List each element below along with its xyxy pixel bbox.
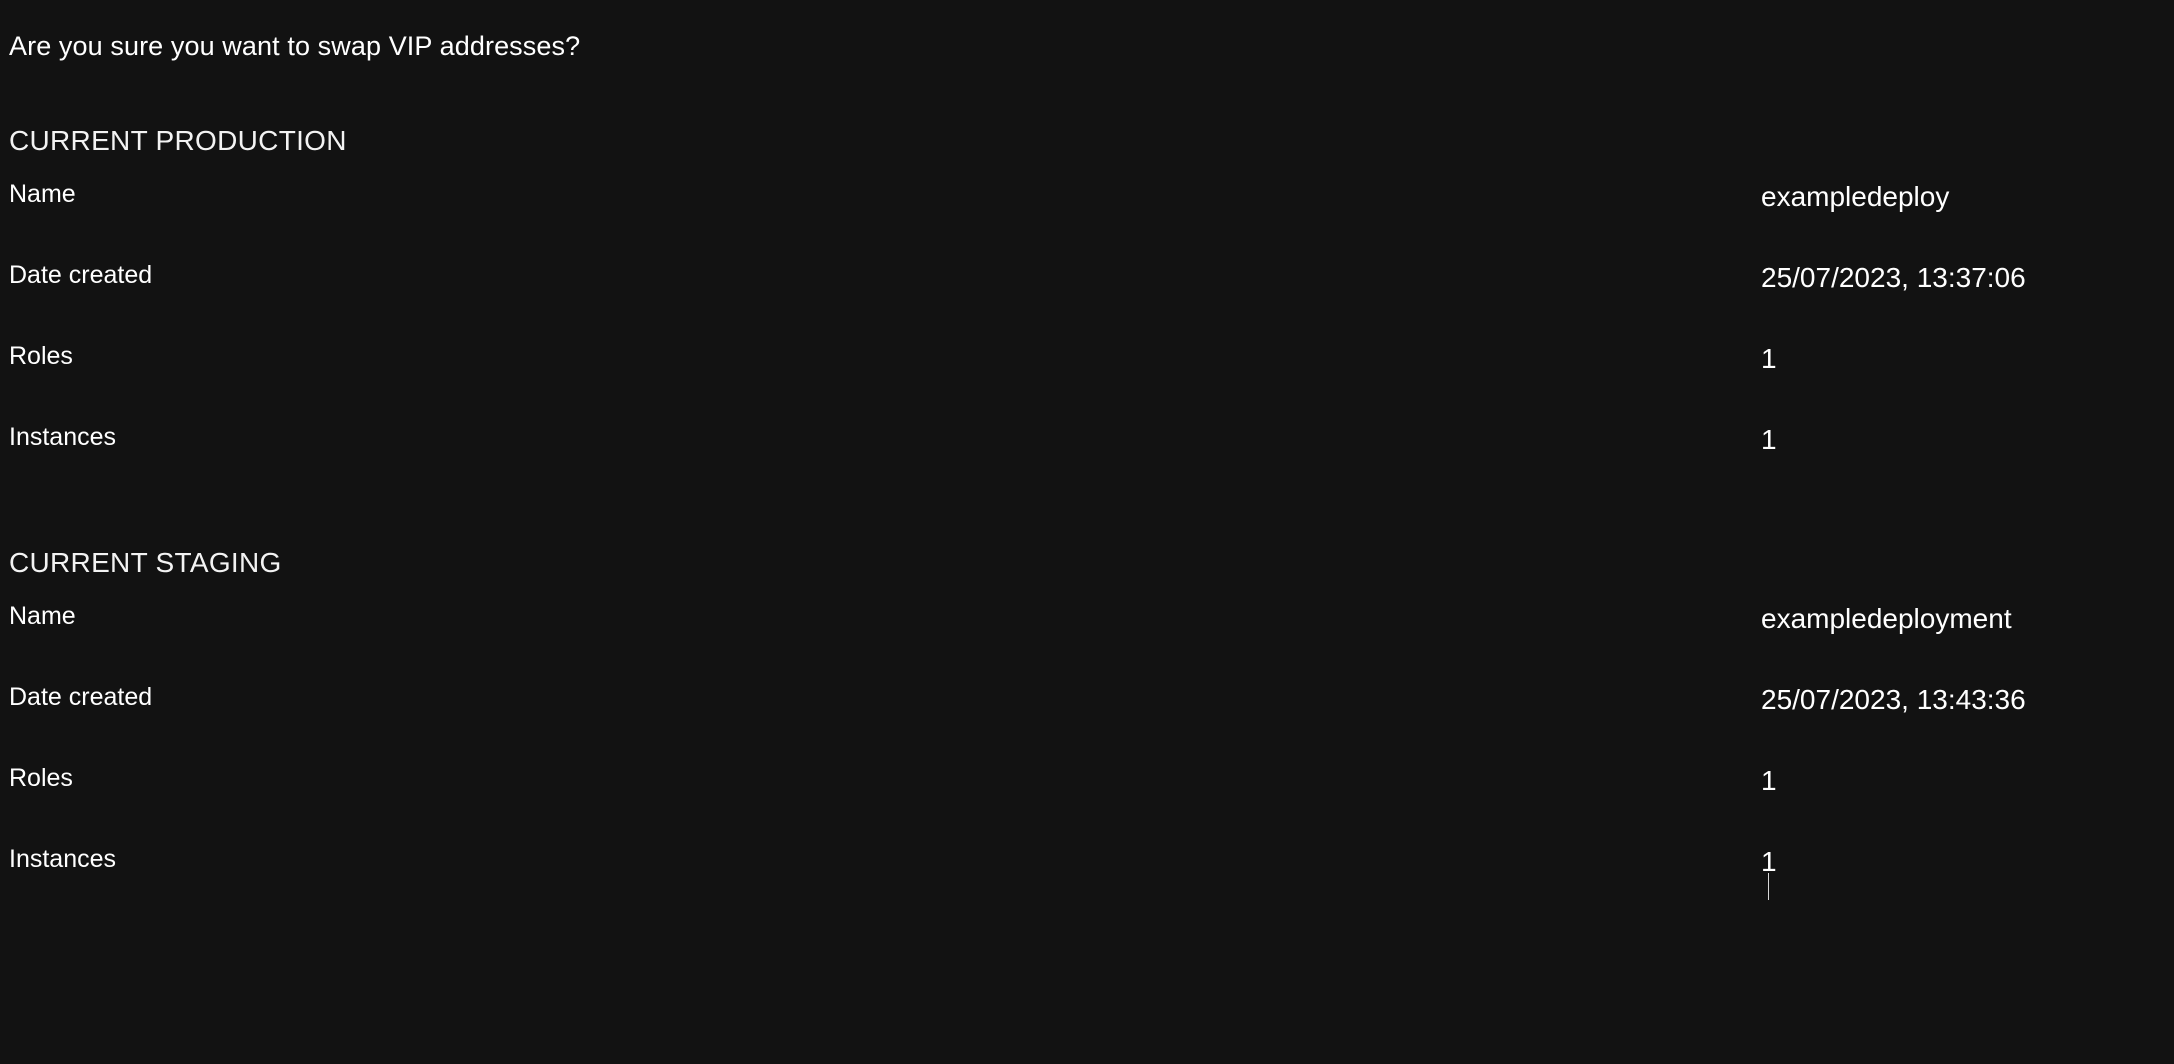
- table-row: Date created 25/07/2023, 13:37:06: [0, 259, 2174, 340]
- row-value-instances: 1: [1761, 424, 1777, 455]
- section-title-current-staging: CURRENT STAGING: [9, 547, 282, 578]
- row-label-date-created: Date created: [9, 261, 153, 289]
- table-row: Name exampledeployment: [0, 600, 2174, 681]
- staging-details-list: Name exampledeployment Date created 25/0…: [0, 600, 2174, 924]
- text-caret: [1768, 873, 1769, 900]
- row-value-name: exampledeployment: [1761, 603, 2012, 634]
- production-details-list: Name exampledeploy Date created 25/07/20…: [0, 178, 2174, 502]
- confirmation-question: Are you sure you want to swap VIP addres…: [9, 31, 581, 61]
- table-row: Instances 1: [0, 421, 2174, 502]
- row-label-name: Name: [9, 180, 76, 208]
- row-value-name: exampledeploy: [1761, 181, 1950, 212]
- row-label-name: Name: [9, 602, 76, 630]
- table-row: Roles 1: [0, 762, 2174, 843]
- row-value-date-created: 25/07/2023, 13:37:06: [1761, 262, 2026, 293]
- row-value-date-created: 25/07/2023, 13:43:36: [1761, 684, 2026, 715]
- row-label-roles: Roles: [9, 764, 73, 792]
- table-row: Roles 1: [0, 340, 2174, 421]
- row-value-roles: 1: [1761, 343, 1777, 374]
- table-row: Name exampledeploy: [0, 178, 2174, 259]
- row-label-roles: Roles: [9, 342, 73, 370]
- section-title-current-production: CURRENT PRODUCTION: [9, 125, 347, 156]
- table-row: Instances 1: [0, 843, 2174, 924]
- row-label-instances: Instances: [9, 845, 117, 873]
- row-label-instances: Instances: [9, 423, 117, 451]
- table-row: Date created 25/07/2023, 13:43:36: [0, 681, 2174, 762]
- swap-vip-confirmation-dialog: Are you sure you want to swap VIP addres…: [0, 0, 2174, 1064]
- row-value-roles: 1: [1761, 765, 1777, 796]
- row-label-date-created: Date created: [9, 683, 153, 711]
